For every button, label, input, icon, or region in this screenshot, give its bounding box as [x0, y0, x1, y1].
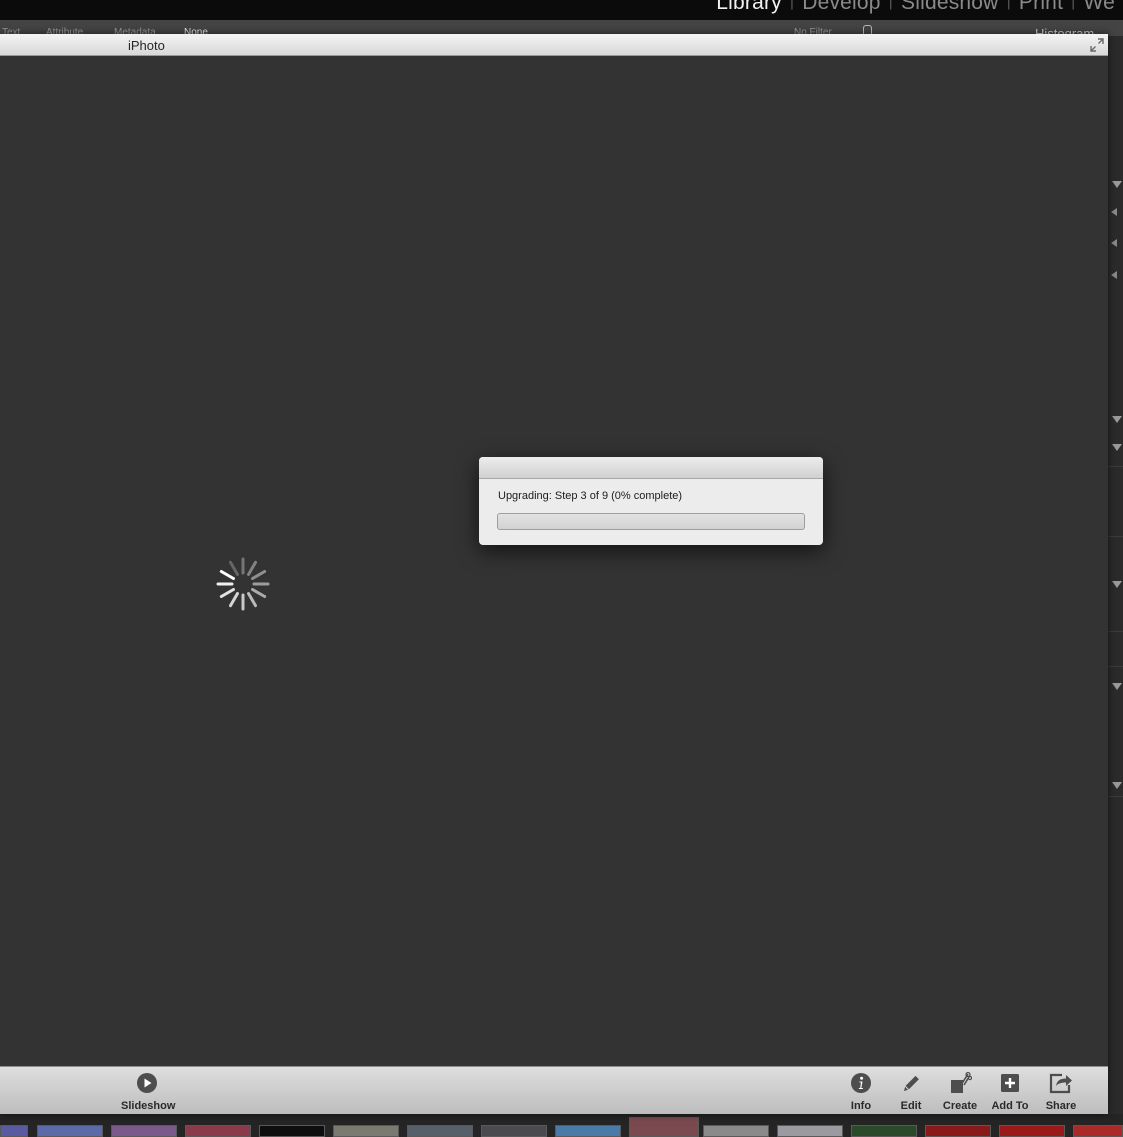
add-to-button[interactable]: Add To — [984, 1071, 1036, 1112]
filmstrip-thumbnail[interactable] — [851, 1125, 917, 1137]
panel-collapse-icon[interactable] — [1112, 782, 1122, 789]
filmstrip-thumbnail[interactable] — [777, 1125, 843, 1137]
add-icon — [1001, 1074, 1019, 1092]
filmstrip-thumbnail[interactable] — [703, 1125, 769, 1137]
panel-collapse-icon[interactable] — [1112, 581, 1122, 588]
module-separator: | — [1071, 0, 1076, 10]
upgrade-progress-dialog: Upgrading: Step 3 of 9 (0% complete) — [479, 457, 823, 545]
spinner-spoke — [219, 570, 235, 580]
filmstrip-thumbnail[interactable] — [555, 1125, 621, 1137]
spinner-icon — [216, 557, 270, 611]
window-titlebar[interactable]: iPhoto — [0, 34, 1108, 56]
module-picker: Library | Develop | Slideshow | Print | We — [708, 0, 1123, 15]
filmstrip-thumbnail[interactable] — [925, 1125, 991, 1137]
right-panel-edge — [1108, 36, 1123, 1137]
filmstrip-thumbnail[interactable] — [999, 1125, 1065, 1137]
add-to-label: Add To — [991, 1100, 1029, 1112]
spinner-spoke — [247, 592, 257, 608]
edit-label: Edit — [900, 1100, 922, 1112]
filmstrip-thumbnail[interactable] — [259, 1125, 325, 1137]
photo-viewer-area: Upgrading: Step 3 of 9 (0% complete) — [0, 56, 1108, 1066]
spinner-spoke — [247, 560, 257, 576]
divider — [1108, 631, 1123, 632]
create-button[interactable]: Create — [934, 1071, 986, 1112]
spinner-spoke — [229, 560, 239, 576]
divider — [1108, 466, 1123, 467]
share-label: Share — [1045, 1100, 1077, 1112]
slideshow-button[interactable]: Slideshow — [121, 1071, 176, 1112]
module-library[interactable]: Library — [708, 0, 790, 14]
panel-expand-icon[interactable] — [1111, 208, 1117, 216]
slideshow-label: Slideshow — [121, 1100, 176, 1112]
info-icon — [851, 1073, 871, 1093]
divider — [1108, 796, 1123, 797]
spinner-spoke — [251, 588, 267, 598]
panel-collapse-icon[interactable] — [1112, 683, 1122, 690]
dialog-titlebar — [479, 457, 823, 479]
share-button[interactable]: Share — [1035, 1071, 1087, 1112]
module-develop[interactable]: Develop — [794, 0, 888, 14]
progress-status-text: Upgrading: Step 3 of 9 (0% complete) — [498, 490, 683, 502]
panel-collapse-icon[interactable] — [1112, 444, 1122, 451]
share-icon — [1049, 1073, 1072, 1094]
fullscreen-icon[interactable] — [1090, 38, 1104, 52]
spinner-spoke — [251, 570, 267, 580]
pencil-icon — [904, 1075, 919, 1091]
divider — [1108, 536, 1123, 537]
panel-expand-icon[interactable] — [1111, 271, 1117, 279]
spinner-spoke — [229, 592, 239, 608]
progress-bar — [497, 513, 805, 530]
panel-collapse-icon[interactable] — [1112, 181, 1122, 188]
bottom-toolbar: Slideshow Info Edit Create Add To Share — [0, 1066, 1108, 1114]
filmstrip-thumbnail[interactable] — [37, 1125, 103, 1137]
module-print[interactable]: Print — [1011, 0, 1071, 14]
module-separator: | — [789, 0, 795, 10]
create-icon — [951, 1071, 972, 1093]
filmstrip-thumbnail[interactable] — [1073, 1125, 1123, 1137]
divider — [1108, 666, 1123, 667]
module-separator: | — [1006, 0, 1011, 10]
play-icon — [137, 1073, 157, 1093]
iphoto-window: iPhoto Upgrading: Step 3 of 9 (0% comple… — [0, 34, 1108, 1114]
filmstrip-thumbnail[interactable] — [407, 1125, 473, 1137]
filmstrip-thumbnail[interactable] — [333, 1125, 399, 1137]
filmstrip-thumbnail[interactable] — [185, 1125, 251, 1137]
filmstrip-thumbnail[interactable] — [481, 1125, 547, 1137]
edit-button[interactable]: Edit — [885, 1071, 937, 1112]
window-title: iPhoto — [128, 38, 165, 53]
info-label: Info — [850, 1100, 872, 1112]
panel-expand-icon[interactable] — [1111, 239, 1117, 247]
panel-collapse-icon[interactable] — [1112, 416, 1122, 423]
module-slideshow[interactable]: Slideshow — [893, 0, 1007, 14]
module-separator: | — [888, 0, 894, 10]
filmstrip-thumbnail-selected[interactable] — [629, 1117, 699, 1137]
filmstrip-thumbnail[interactable] — [0, 1125, 28, 1137]
spinner-spoke — [219, 588, 235, 598]
module-web[interactable]: We — [1075, 0, 1123, 14]
filmstrip — [0, 1114, 1123, 1137]
create-label: Create — [942, 1100, 978, 1112]
lightroom-module-bar: Library | Develop | Slideshow | Print | We — [0, 0, 1123, 20]
filmstrip-thumbnail[interactable] — [111, 1125, 177, 1137]
info-button[interactable]: Info — [835, 1071, 887, 1112]
